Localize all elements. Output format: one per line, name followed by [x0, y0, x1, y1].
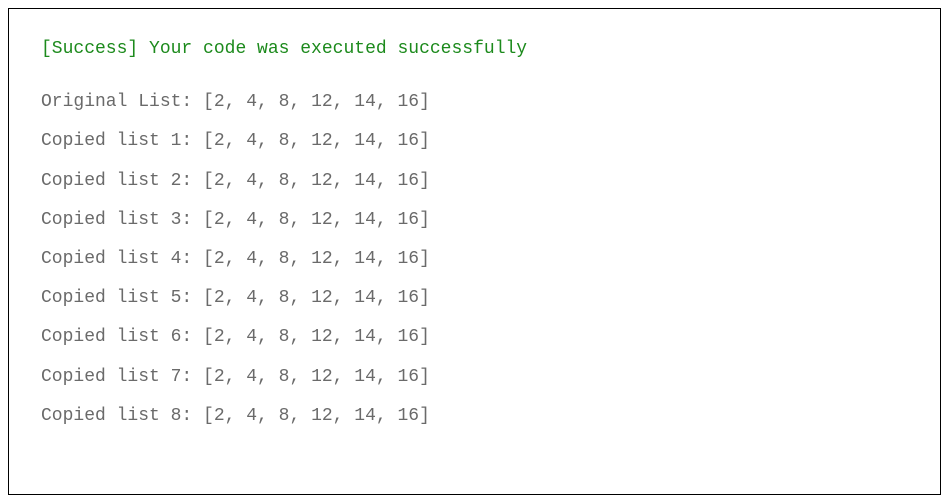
output-label: Copied list 7:: [41, 367, 192, 387]
output-value: [2, 4, 8, 12, 14, 16]: [203, 327, 430, 347]
output-line: Copied list 7: [2, 4, 8, 12, 14, 16]: [41, 365, 908, 390]
output-value: [2, 4, 8, 12, 14, 16]: [203, 210, 430, 230]
output-panel: [Success] Your code was executed success…: [8, 8, 941, 495]
output-line: Copied list 4: [2, 4, 8, 12, 14, 16]: [41, 247, 908, 272]
output-line: Copied list 1: [2, 4, 8, 12, 14, 16]: [41, 129, 908, 154]
output-value: [2, 4, 8, 12, 14, 16]: [203, 171, 430, 191]
output-label: Copied list 1:: [41, 131, 192, 151]
output-label: Copied list 3:: [41, 210, 192, 230]
output-line: Copied list 5: [2, 4, 8, 12, 14, 16]: [41, 286, 908, 311]
output-line: Copied list 2: [2, 4, 8, 12, 14, 16]: [41, 169, 908, 194]
output-value: [2, 4, 8, 12, 14, 16]: [203, 131, 430, 151]
output-value: [2, 4, 8, 12, 14, 16]: [203, 406, 430, 426]
output-label: Copied list 4:: [41, 249, 192, 269]
output-line: Original List: [2, 4, 8, 12, 14, 16]: [41, 90, 908, 115]
output-label: Copied list 8:: [41, 406, 192, 426]
output-label: Copied list 5:: [41, 288, 192, 308]
output-line: Copied list 6: [2, 4, 8, 12, 14, 16]: [41, 325, 908, 350]
status-line: [Success] Your code was executed success…: [41, 37, 908, 62]
output-line: Copied list 3: [2, 4, 8, 12, 14, 16]: [41, 208, 908, 233]
output-value: [2, 4, 8, 12, 14, 16]: [203, 249, 430, 269]
output-label: Copied list 6:: [41, 327, 192, 347]
output-label: Original List:: [41, 92, 192, 112]
output-value: [2, 4, 8, 12, 14, 16]: [203, 92, 430, 112]
output-label: Copied list 2:: [41, 171, 192, 191]
status-message: Your code was executed successfully: [149, 39, 527, 59]
status-prefix: [Success]: [41, 39, 138, 59]
output-value: [2, 4, 8, 12, 14, 16]: [203, 288, 430, 308]
output-line: Copied list 8: [2, 4, 8, 12, 14, 16]: [41, 404, 908, 429]
output-value: [2, 4, 8, 12, 14, 16]: [203, 367, 430, 387]
